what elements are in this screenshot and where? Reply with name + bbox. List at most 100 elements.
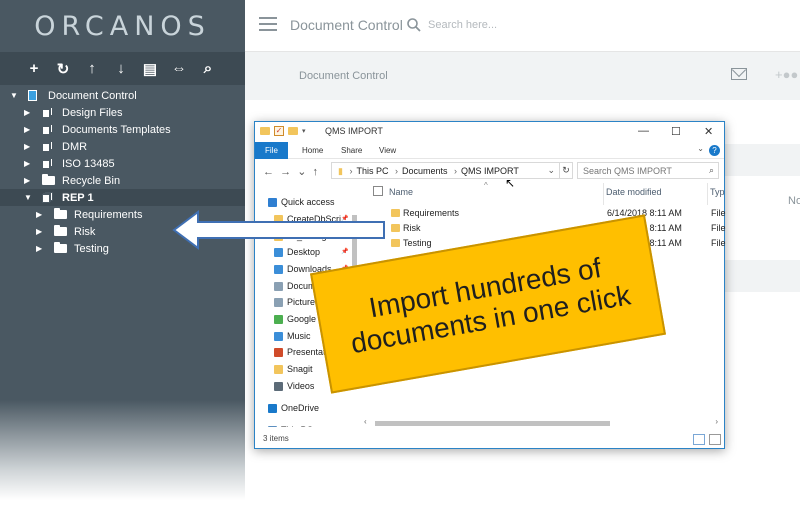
file-row[interactable]: Requirements 6/14/2018 8:11 AM File xyxy=(361,207,726,222)
search-placeholder: Search QMS IMPORT xyxy=(583,166,672,176)
nav-item[interactable]: Music xyxy=(274,331,311,341)
folder-icon xyxy=(391,239,400,247)
column-date-modified[interactable]: Date modified xyxy=(606,187,662,197)
explorer-search-input[interactable]: Search QMS IMPORT ⌕ xyxy=(577,162,719,179)
folder-icon xyxy=(268,425,277,427)
arrow-up-icon[interactable]: ↑ xyxy=(84,60,100,78)
tree-item-label: Testing xyxy=(74,242,109,255)
folder-icon xyxy=(274,381,283,391)
help-icon[interactable]: ? xyxy=(709,145,720,156)
tree-item[interactable]: ▼ Document Control xyxy=(0,87,245,104)
tree-item[interactable]: ▶ Design Files xyxy=(0,104,245,121)
maximize-icon[interactable]: ☐ xyxy=(671,125,681,138)
folder-icon xyxy=(54,242,67,254)
tree-item[interactable]: ▶ ISO 13485 xyxy=(0,155,245,172)
column-name[interactable]: Name xyxy=(389,187,413,197)
nav-item[interactable]: Videos xyxy=(274,381,314,391)
caret-right-icon[interactable]: ▶ xyxy=(36,244,42,253)
tree-item[interactable]: ▶ DMR xyxy=(0,138,245,155)
tab-file[interactable]: File xyxy=(255,142,288,159)
details-view-icon[interactable] xyxy=(693,434,705,445)
mouse-cursor-icon: ↖ xyxy=(505,176,516,190)
caret-down-icon[interactable]: ▼ xyxy=(10,91,18,100)
nav-item[interactable]: Pictures xyxy=(274,297,320,307)
minimize-icon[interactable]: — xyxy=(638,125,649,137)
tiles-view-icon[interactable] xyxy=(709,434,721,445)
tree-item[interactable]: ▶ Documents Templates xyxy=(0,121,245,138)
crumb-documents[interactable]: Documents xyxy=(402,166,448,176)
folder-icon xyxy=(54,225,67,237)
horizontal-scrollbar[interactable]: ‹ › xyxy=(361,417,726,428)
quick-access-toolbar: ✓ ▾ xyxy=(260,126,306,136)
document-edit-icon[interactable]: ▤ xyxy=(142,60,158,78)
crumb-this-pc[interactable]: This PC xyxy=(356,166,388,176)
search-input[interactable]: Search here... xyxy=(428,19,497,31)
close-icon[interactable]: ✕ xyxy=(704,125,713,138)
file-type: File xyxy=(711,238,726,248)
tab-share[interactable]: Share xyxy=(341,146,362,155)
tree-item[interactable]: ▼ REP 1 xyxy=(0,189,245,206)
dropdown-icon[interactable]: ▾ xyxy=(302,127,306,135)
folder-icon xyxy=(274,314,283,324)
logo-bar: ORCANOS xyxy=(0,0,245,52)
properties-icon[interactable]: ✓ xyxy=(274,126,284,136)
folder-icon xyxy=(391,209,400,217)
tab-home[interactable]: Home xyxy=(302,146,323,155)
tab-view[interactable]: View xyxy=(379,146,396,155)
new-folder-icon[interactable] xyxy=(288,127,298,135)
mail-icon[interactable] xyxy=(731,68,747,80)
navigation-arrows[interactable]: ← → ⌄ ↑ xyxy=(263,165,318,178)
folder-icon: ▮ xyxy=(338,166,343,176)
top-bar: Document Control Search here... xyxy=(245,0,800,52)
nav-item-label: This PC xyxy=(281,425,313,427)
search-icon[interactable]: ⌕ xyxy=(200,60,216,78)
nav-item[interactable]: Snagit xyxy=(274,364,313,374)
caret-right-icon[interactable]: ▶ xyxy=(24,108,30,117)
caret-right-icon[interactable]: ▶ xyxy=(24,142,30,151)
plus-icon[interactable]: + xyxy=(26,60,42,78)
stack-icon xyxy=(42,107,54,118)
chevron-down-icon[interactable]: ⌄ xyxy=(697,144,704,153)
stack-icon xyxy=(42,158,54,169)
ribbon: File Home Share View ⌄ ? xyxy=(255,141,724,159)
caret-right-icon[interactable]: ▶ xyxy=(24,125,30,134)
folder-icon xyxy=(268,197,277,207)
folder-icon xyxy=(54,208,67,220)
nav-item[interactable]: Quick access xyxy=(268,197,335,207)
refresh-icon[interactable]: ↻ xyxy=(55,60,71,78)
address-bar[interactable]: ▮ › This PC › Documents › QMS IMPORT ⌄ xyxy=(331,162,560,179)
caret-right-icon[interactable]: ▶ xyxy=(24,159,30,168)
nav-item-label: OneDrive xyxy=(281,403,320,413)
item-count: 3 items xyxy=(263,434,289,443)
crumb-qms-import[interactable]: QMS IMPORT xyxy=(461,166,519,176)
background-row xyxy=(715,144,800,176)
nav-item-label: Videos xyxy=(287,381,315,391)
add-user-icon[interactable]: +●● xyxy=(775,67,798,82)
nav-item[interactable]: This PC xyxy=(268,425,313,427)
tree-item-label: DMR xyxy=(62,140,88,153)
nav-item-label: Google xyxy=(287,314,317,324)
search-icon[interactable] xyxy=(406,17,422,33)
nav-item-label: Presentati xyxy=(287,347,328,357)
arrow-down-icon[interactable]: ↓ xyxy=(113,60,129,78)
select-all-checkbox[interactable] xyxy=(373,186,383,196)
nav-item[interactable]: OneDrive xyxy=(268,403,319,413)
tree-item-label: Requirements xyxy=(74,208,143,221)
nav-item[interactable]: Presentati xyxy=(274,347,328,357)
caret-right-icon[interactable]: ▶ xyxy=(24,176,30,185)
tree-item[interactable]: ▶ Recycle Bin xyxy=(0,172,245,189)
caret-right-icon[interactable]: ▶ xyxy=(36,227,42,236)
nav-item-label: Quick access xyxy=(281,197,335,207)
chevron-down-icon[interactable]: ⌄ xyxy=(547,165,555,176)
window-title: QMS IMPORT xyxy=(325,126,383,136)
file-type: File xyxy=(711,208,726,218)
nav-item[interactable]: Google xyxy=(274,314,316,324)
refresh-icon[interactable]: ↻ xyxy=(559,162,573,179)
compare-icon[interactable]: ⇔ xyxy=(171,60,187,78)
nav-item-label: Snagit xyxy=(287,364,313,374)
tree-item-label: Risk xyxy=(74,225,96,238)
hamburger-icon[interactable] xyxy=(259,17,277,31)
caret-down-icon[interactable]: ▼ xyxy=(24,193,32,202)
caret-right-icon[interactable]: ▶ xyxy=(36,210,42,219)
column-type[interactable]: Typ xyxy=(710,187,725,197)
